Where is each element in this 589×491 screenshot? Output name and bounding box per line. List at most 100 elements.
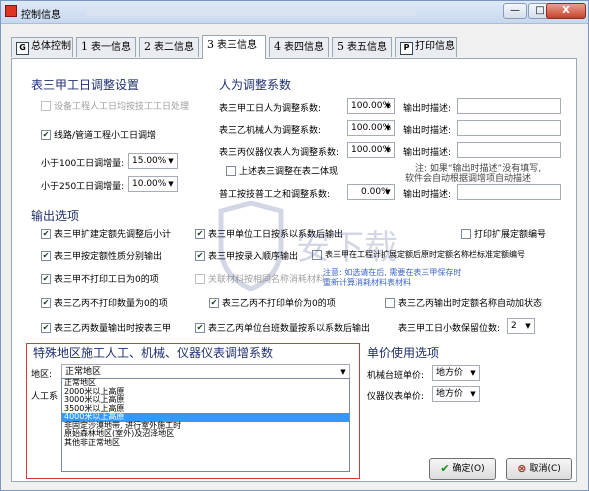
minimize-button[interactable]: — [503,3,527,19]
select-machine-price[interactable]: 地方价 ▼ [432,365,480,381]
select-under250[interactable]: 10.00% ▼ [128,176,178,192]
checkbox-label: 表三甲在工程计扩展定额后原时定额名称栏标准定额编号 [325,250,525,259]
select-instrument-price[interactable]: 地方价 ▼ [432,386,480,402]
select-value: 正常地区 [65,367,102,377]
checkbox-label: 表三甲扩建定额先调整后小计 [54,230,172,240]
dialog-window: 控制信息 — □ X G 总体控制 1 表一信息 2 表二信息 3 表三信息 4 表四信息… [0,0,589,491]
cancel-button[interactable]: ⊗ 取消(C) [506,458,572,480]
select-general-labor[interactable]: 0.00% ▼ [347,184,395,200]
label-under250: 小于250工日调增量: [41,182,125,192]
tab-number: 3 [207,38,214,51]
checkbox-out-1[interactable]: 表三甲单位工日按系以系数后输出 [195,227,343,240]
checkbox-out-12[interactable]: 表三乙丙单位台班数量按系以系数后输出 [195,321,370,334]
label-adjust-instrument: 表三丙仪器仪表人为调整系数: [219,148,340,158]
label-adjust-labor: 表三甲工日人为调整系数: [219,104,322,114]
tab-print[interactable]: P 打印信息 [395,37,457,57]
tab-label: 表二信息 [154,42,194,53]
checkbox-out-2[interactable]: 打印扩展定额编号 [461,227,546,240]
checkbox-label: 设备工程人工日均按技工工日处理 [54,102,190,112]
close-button[interactable]: X [546,3,586,19]
checkmark-icon: ✔ [440,462,450,475]
checkbox-out-10[interactable]: 表三乙丙输出时定额名称自动加状态 [385,296,542,309]
checkbox-out-8[interactable]: 表三乙丙不打印数量为0的项 [41,296,168,309]
label-decimal-digits: 表三甲工日小数保留位数: [398,324,501,334]
checkbox-out-4[interactable]: 表三甲按录入顺序输出 [195,249,298,262]
checkbox-box [41,129,51,140]
label-desc-machine: 输出时描述: [403,126,452,136]
checkbox-out-9[interactable]: 表三乙丙不打印单价为0的项 [209,296,336,309]
checkbox-out-11[interactable]: 表三乙丙数量输出时按表三甲 [41,321,171,334]
tab-table5[interactable]: 5 表五信息 [332,37,392,57]
label-desc-labor: 输出时描述: [403,104,452,114]
checkbox-label: 表三乙丙单位台班数量按系以系数后输出 [208,324,371,334]
tab-table1[interactable]: 1 表一信息 [76,37,136,57]
tab-table2[interactable]: 2 表二信息 [139,37,199,57]
checkbox-out-6[interactable]: 表三甲不打印工日为0的项 [41,272,159,285]
section-title-workday: 表三甲工日调整设置 [31,78,140,92]
area-dropdown-list: 正常地区 2000米以上高原 3000米以上高原 3500米以上高原 4000米… [61,378,350,472]
checkbox-box [312,249,322,260]
checkbox-box [209,297,219,308]
checkbox-label: 表三甲按录入顺序输出 [208,252,299,262]
tab-label: 表五信息 [347,42,387,53]
checkbox-box [41,297,51,308]
select-under100[interactable]: 15.00% ▼ [128,153,178,169]
dropdown-option[interactable]: 其他非正常地区 [62,438,349,448]
select-adjust-instrument[interactable]: 100.00% ▼ [347,142,395,158]
window-title: 控制信息 [21,10,61,21]
checkbox-show-in-table2[interactable]: 上述表三调整在表二体现 [226,164,338,177]
cancel-icon: ⊗ [517,462,527,475]
section-title-adjust: 人为调整系数 [219,78,292,92]
checkbox-label: 关联材料按相同名称消耗材料 [208,275,326,285]
chevron-down-icon: ▼ [385,146,391,154]
checkbox-label: 表三甲按定额性质分别输出 [54,252,163,262]
p-icon: P [400,42,413,55]
select-value: 地方价 [436,368,464,378]
region-group-title: 特殊地区施工人工、机械、仪器仪表调增系数 [31,344,276,361]
select-adjust-machine[interactable]: 100.00% ▼ [347,120,395,136]
ok-button[interactable]: ✔ 确定(O) [429,458,496,480]
input-desc-labor[interactable] [457,98,561,114]
blurred-title-region [86,7,416,16]
checkbox-box [41,228,51,239]
chevron-down-icon: ▼ [385,102,391,110]
select-decimal-digits[interactable]: 2 ▼ [507,318,535,334]
app-icon [5,5,17,17]
checkbox-out-7[interactable]: 关联材料按相同名称消耗材料 [195,272,325,285]
tab-number: 5 [337,40,344,53]
tab-table3[interactable]: 3 表三信息 [202,35,266,59]
input-desc-instrument[interactable] [457,142,561,158]
checkbox-box [385,297,395,308]
checkbox-label: 线路/管道工程小工日调增 [54,131,157,141]
checkbox-out-0[interactable]: 表三甲扩建定额先调整后小计 [41,227,171,240]
tab-number: 1 [81,40,88,53]
checkbox-label: 表三乙丙不打印数量为0的项 [54,299,168,309]
input-desc-machine[interactable] [457,120,561,136]
checkbox-box [195,273,205,284]
checkbox-line-increase[interactable]: 线路/管道工程小工日调增 [41,128,156,141]
checkbox-label: 表三乙丙输出时定额名称自动加状态 [398,299,543,309]
checkbox-equipment-skilled[interactable]: 设备工程人工日均按技工工日处理 [41,99,189,112]
tab-table4[interactable]: 4 表四信息 [269,37,329,57]
checkbox-box [226,165,236,176]
checkbox-out-3[interactable]: 表三甲按定额性质分别输出 [41,249,162,262]
checkbox-out-5[interactable]: 表三甲在工程计扩展定额后原时定额名称栏标准定额编号 [312,249,525,260]
tab-overall[interactable]: G 总体控制 [11,37,73,57]
section-title-output: 输出选项 [31,209,80,223]
checkbox-label: 上述表三调整在表二体现 [239,167,339,177]
cancel-button-label: 取消(C) [529,464,561,474]
tab-label: 表一信息 [91,42,131,53]
select-adjust-labor[interactable]: 100.00% ▼ [347,98,395,114]
tab-number: 2 [144,40,151,53]
tab-label: 打印信息 [415,41,455,52]
checkbox-label: 表三甲不打印工日为0的项 [54,275,159,285]
label-under100: 小于100工日调增量: [41,159,125,169]
checkbox-box [195,250,205,261]
chevron-down-icon: ▼ [525,322,531,330]
note-line2: 软件会自动根据调增项自动描述 [405,174,532,184]
checkbox-box [461,228,471,239]
input-desc-general[interactable] [457,184,561,200]
checkbox-box [195,228,205,239]
select-value: 地方价 [436,389,464,399]
checkbox-label: 打印扩展定额编号 [474,230,547,240]
